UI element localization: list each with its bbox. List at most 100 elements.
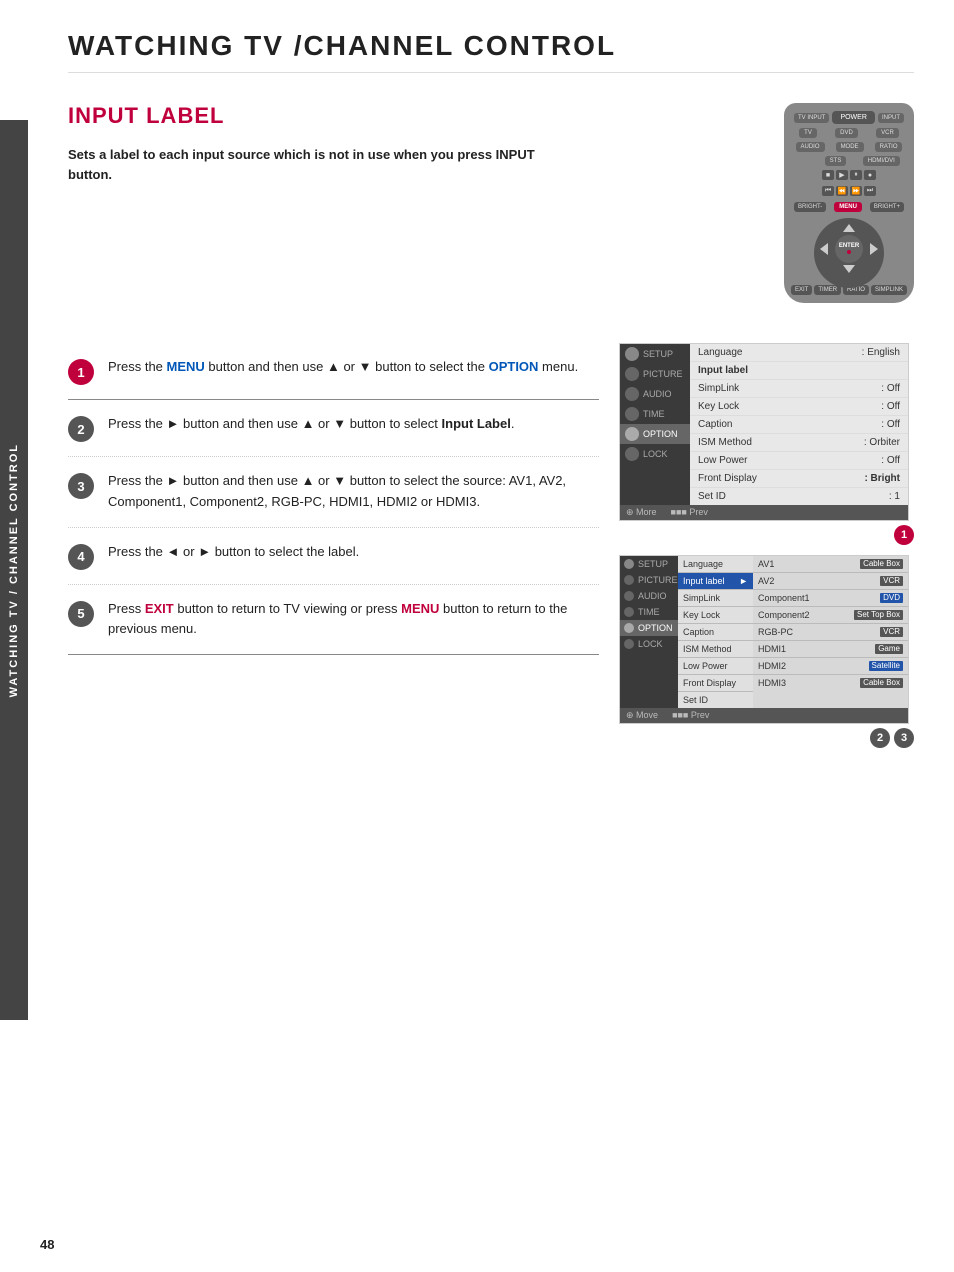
menu-rc-hdmi3: HDMI3Cable Box — [753, 675, 908, 691]
menu-setup-1: SETUP — [620, 344, 690, 364]
menu-mid-col: Language Input label► SimpLink Key Lock … — [678, 556, 753, 708]
sidebar-label: WATCHING TV / CHANNEL CONTROL — [8, 443, 20, 697]
step-number-4: 4 — [68, 544, 94, 570]
tv-btn: TV — [799, 128, 817, 138]
menu-row-frontdisplay: Front Display : Bright — [690, 470, 908, 488]
menu-picture-1: PICTURE — [620, 364, 690, 384]
menu-row-lowpower: Low Power : Off — [690, 452, 908, 470]
step-number-2: 2 — [68, 416, 94, 442]
menu-left-2: SETUP PICTURE AUDIO TIME — [620, 556, 678, 708]
menu-audio-2: AUDIO — [620, 588, 678, 604]
menu-mid-language: Language — [678, 556, 753, 573]
menu-screen-1: SETUP PICTURE AUDIO TIME — [619, 343, 909, 521]
step-2: 2 Press the ► button and then use ▲ or ▼… — [68, 400, 599, 457]
menu-mid-setid: Set ID — [678, 692, 753, 708]
menu-screen-2: SETUP PICTURE AUDIO TIME — [619, 555, 909, 724]
menu-footer-1: ⊕ More ■■■ Prev — [620, 505, 908, 520]
menu-row-setid: Set ID : 1 — [690, 488, 908, 505]
sidebar: WATCHING TV / CHANNEL CONTROL — [0, 120, 28, 1020]
menu-screenshot-1: SETUP PICTURE AUDIO TIME — [619, 343, 914, 545]
power-btn: POWER — [832, 111, 874, 124]
stb-btn2: STS — [825, 156, 847, 166]
vcr-btn: VCR — [876, 128, 899, 138]
description: Sets a label to each input source which … — [68, 145, 568, 184]
menu-rc-component1: Component1DVD — [753, 590, 908, 607]
menu-rc-component2: Component2Set Top Box — [753, 607, 908, 624]
menu-row-simplink: SimpLink : Off — [690, 380, 908, 398]
diagrams-section: SETUP PICTURE AUDIO TIME — [619, 343, 914, 748]
ff-btn: ⏩ — [850, 186, 862, 196]
diagram-ref-1: 1 — [894, 525, 914, 545]
menu-footer-2: ⊕ Move ■■■ Prev — [620, 708, 908, 723]
steps-section: 1 Press the MENU button and then use ▲ o… — [68, 343, 599, 748]
section-title: INPUT LABEL — [68, 103, 694, 129]
menu-rc-hdmi2: HDMI2Satellite — [753, 658, 908, 675]
menu-rc-hdmi1: HDMI1Game — [753, 641, 908, 658]
step-number-3: 3 — [68, 473, 94, 499]
hdmi-btn: HDMI/DVI — [863, 156, 900, 166]
menu-rc-rgbpc: RGB-PCVCR — [753, 624, 908, 641]
menu-mid-caption: Caption — [678, 624, 753, 641]
menu-right-1: Language : English Input label SimpLink … — [690, 344, 908, 505]
diagram-ref-3: 3 — [894, 728, 914, 748]
menu-audio-1: AUDIO — [620, 384, 690, 404]
menu-right-col: AV1Cable Box AV2VCR Component1DVD Compon… — [753, 556, 908, 708]
timer-btn: TIMER — [814, 285, 841, 295]
step-3: 3 Press the ► button and then use ▲ or ▼… — [68, 457, 599, 528]
step-4: 4 Press the ◄ or ► button to select the … — [68, 528, 599, 585]
simplink-btn: SIMPLINK — [871, 285, 907, 295]
bright-minus-btn: BRIGHT- — [794, 202, 826, 212]
input-btn: INPUT — [878, 113, 904, 123]
step-5-text: Press EXIT button to return to TV viewin… — [108, 599, 599, 641]
next-btn: ⏭ — [864, 186, 876, 196]
menu-mid-simplink: SimpLink — [678, 590, 753, 607]
menu-option-1: OPTION — [620, 424, 690, 444]
menu-time-2: TIME — [620, 604, 678, 620]
play-btn: ▶ — [836, 170, 848, 180]
rew-btn: ⏪ — [836, 186, 848, 196]
step-1-text: Press the MENU button and then use ▲ or … — [108, 357, 578, 378]
menu-picture-2: PICTURE — [620, 572, 678, 588]
ratio-btn: RATIO — [875, 142, 903, 152]
menu-btn: MENU — [834, 202, 862, 212]
menu-rc-av2: AV2VCR — [753, 573, 908, 590]
menu-rc-av1: AV1Cable Box — [753, 556, 908, 573]
prev-btn: ⏮ — [822, 186, 834, 196]
stop-btn: ■ — [822, 170, 834, 180]
step-4-text: Press the ◄ or ► button to select the la… — [108, 542, 359, 563]
remote-control: TV INPUT POWER INPUT TV DVD VCR AUDIO MO… — [784, 103, 914, 303]
step-5: 5 Press EXIT button to return to TV view… — [68, 585, 599, 656]
menu-row-keylock: Key Lock : Off — [690, 398, 908, 416]
audio-btn: AUDIO — [796, 142, 825, 152]
menu-left-1: SETUP PICTURE AUDIO TIME — [620, 344, 690, 505]
exit-btn: EXIT — [791, 285, 812, 295]
rec-btn: ● — [864, 170, 876, 180]
menu-mid-lowpower: Low Power — [678, 658, 753, 675]
remote-illustration: TV INPUT POWER INPUT TV DVD VCR AUDIO MO… — [714, 103, 914, 303]
menu-screenshot-2-wrapper: SETUP PICTURE AUDIO TIME — [619, 555, 914, 748]
menu-time-1: TIME — [620, 404, 690, 424]
diagram-ref-2: 2 — [870, 728, 890, 748]
menu-row-caption: Caption : Off — [690, 416, 908, 434]
menu-mid-frontdisplay: Front Display — [678, 675, 753, 692]
mode-btn: MODE — [836, 142, 864, 152]
enter-btn: ENTER — [835, 235, 863, 263]
menu-lock-2: LOCK — [620, 636, 678, 652]
bright-plus-btn: BRIGHT+ — [870, 202, 904, 212]
diagram-refs-23: 2 3 — [619, 728, 914, 748]
step-number-1: 1 — [68, 359, 94, 385]
menu-row-language: Language : English — [690, 344, 908, 362]
step-1: 1 Press the MENU button and then use ▲ o… — [68, 343, 599, 400]
page-number: 48 — [40, 1237, 54, 1252]
menu-setup-2: SETUP — [620, 556, 678, 572]
step-3-text: Press the ► button and then use ▲ or ▼ b… — [108, 471, 599, 513]
tv-input-btn: TV INPUT — [794, 113, 829, 123]
pause-btn: ⏸ — [850, 170, 862, 180]
menu-mid-inputlabel: Input label► — [678, 573, 753, 590]
menu-lock-1: LOCK — [620, 444, 690, 464]
dvd-btn: DVD — [835, 128, 858, 138]
menu-mid-keylock: Key Lock — [678, 607, 753, 624]
nav-ring: ENTER — [814, 218, 884, 279]
step-2-text: Press the ► button and then use ▲ or ▼ b… — [108, 414, 514, 435]
menu-row-ism: ISM Method : Orbiter — [690, 434, 908, 452]
